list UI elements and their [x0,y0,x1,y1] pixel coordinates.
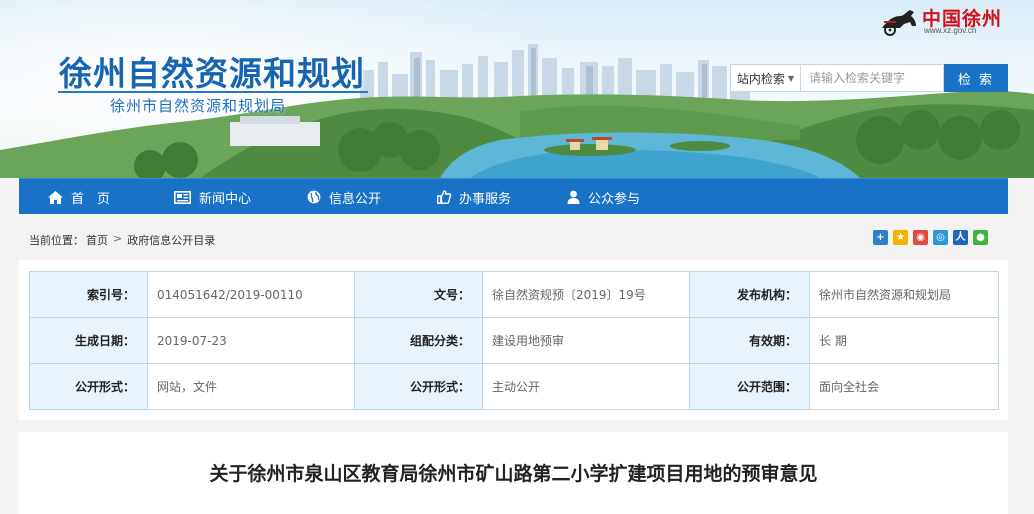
scope-value: 面向全社会 [809,363,999,410]
table-row: 生成日期： 2019-07-23 组配分类： 建设用地预审 有效期： 长 期 [29,317,999,364]
nav-item-news[interactable]: 新闻中心 [174,179,251,215]
wechat-icon[interactable]: ● [973,230,988,245]
globe-icon [307,190,321,204]
table-row: 索引号： 014051642/2019-00110 文号： 徐自然资规预〔201… [29,271,999,318]
xuzhou-logo[interactable]: 中国徐州 www.xz.gov.cn [876,4,1026,38]
document-info-panel: 索引号： 014051642/2019-00110 文号： 徐自然资规预〔201… [19,260,1008,420]
doc-number-label: 文号： [354,271,483,318]
validity-value: 长 期 [809,317,999,364]
logo-url: www.xz.gov.cn [924,26,977,35]
category-label: 组配分类： [354,317,483,364]
doc-number-value: 徐自然资规预〔2019〕19号 [482,271,690,318]
search-scope-label: 站内检索 [736,71,785,86]
chevron-down-icon: ▼ [787,73,795,83]
nav-item-label: 新闻中心 [199,191,252,207]
weibo-icon[interactable]: ◉ [913,230,928,245]
main-nav: 首 页 新闻中心 信息公开 办事服务 公众参与 [19,178,1008,214]
index-value: 014051642/2019-00110 [147,271,355,318]
date-value: 2019-07-23 [147,317,355,364]
breadcrumb-separator: > [113,232,123,245]
title-underline [58,91,368,93]
breadcrumb-current[interactable]: 政府信息公开目录 [127,232,215,248]
document-info-table: 索引号： 014051642/2019-00110 文号： 徐自然资规预〔201… [29,271,999,410]
category-value: 建设用地预审 [482,317,690,364]
article-panel: 关于徐州市泉山区教育局徐州市矿山路第二小学扩建项目用地的预审意见 [19,432,1008,514]
site-search: 站内检索 ▼ 检 索 [730,64,1008,92]
nav-item-services[interactable]: 办事服务 [437,179,511,215]
search-scope-select[interactable]: 站内检索 ▼ [730,64,800,92]
thumbs-up-icon [437,190,451,204]
nav-item-label: 办事服务 [459,191,512,207]
method-label: 公开形式： [354,363,483,410]
nav-item-public-participation[interactable]: 公众参与 [567,179,640,215]
nav-item-label: 公众参与 [588,191,641,207]
nav-item-info-disclosure[interactable]: 信息公开 [307,179,381,215]
search-input[interactable] [800,64,944,92]
header-banner: 徐州自然资源和规划 徐州市自然资源和规划局 中国徐州 www.xz.gov.cn… [0,0,1034,178]
search-button[interactable]: 检 索 [944,64,1008,92]
newspaper-icon [174,190,191,204]
scope-label: 公开范围： [689,363,810,410]
breadcrumb-prefix: 当前位置： [29,234,84,247]
share-bar: + ★ ◉ ◎ 人 ● [873,230,988,245]
agency-value: 徐州市自然资源和规划局 [809,271,999,318]
tencent-weibo-icon[interactable]: ◎ [933,230,948,245]
plus-share-icon[interactable]: + [873,230,888,245]
validity-label: 有效期： [689,317,810,364]
table-row: 公开形式： 网站，文件 公开形式： 主动公开 公开范围： 面向全社会 [29,363,999,410]
user-icon [567,190,580,204]
form-label: 公开形式： [29,363,148,410]
renren-icon[interactable]: 人 [953,230,968,245]
site-title: 徐州自然资源和规划 [59,54,365,93]
qzone-star-icon[interactable]: ★ [893,230,908,245]
index-label: 索引号： [29,271,148,318]
horse-chariot-emblem-icon [882,10,916,36]
breadcrumb: 当前位置： 首页 > 政府信息公开目录 [29,232,215,248]
breadcrumb-home-link[interactable]: 首页 [86,232,108,248]
site-subtitle: 徐州市自然资源和规划局 [110,97,287,115]
nav-item-label: 信息公开 [329,191,382,207]
form-value: 网站，文件 [147,363,355,410]
nav-item-label: 首 页 [71,191,111,207]
agency-label: 发布机构： [689,271,810,318]
article-title: 关于徐州市泉山区教育局徐州市矿山路第二小学扩建项目用地的预审意见 [209,463,818,485]
home-icon [48,190,63,204]
nav-item-home[interactable]: 首 页 [48,179,110,215]
date-label: 生成日期： [29,317,148,364]
method-value: 主动公开 [482,363,690,410]
